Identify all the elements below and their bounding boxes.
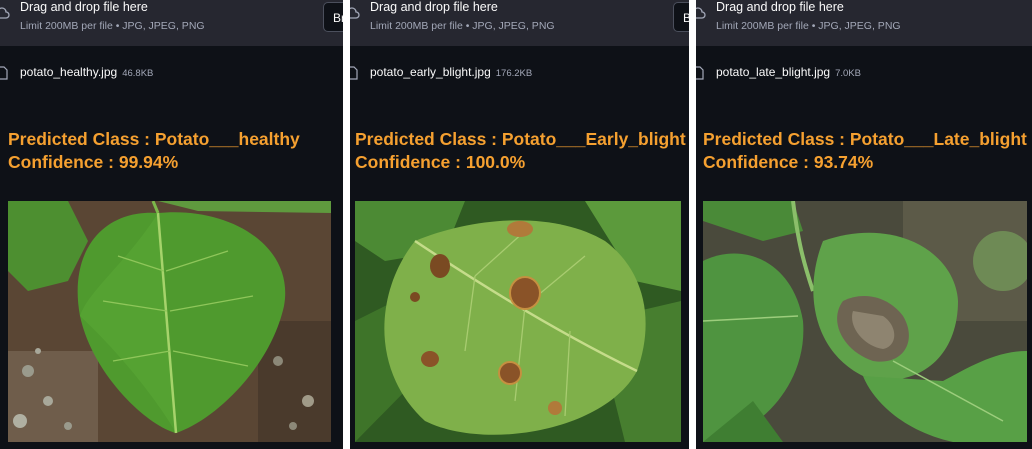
confidence: Confidence : 100.0% (355, 152, 526, 172)
dropzone-limit: Limit 200MB per file • JPG, JPEG, PNG (20, 20, 205, 32)
uploaded-file-row: potato_early_blight.jpg 176.2KB (370, 65, 532, 81)
uploaded-file-name: potato_healthy.jpg (20, 65, 118, 79)
upload-cloud-icon (696, 7, 706, 19)
uploaded-file-size: 176.2KB (495, 68, 533, 79)
confidence: Confidence : 99.94% (8, 152, 179, 172)
dropzone-title: Drag and drop file here (716, 0, 844, 14)
result-panel-early-blight: Drag and drop file here Limit 200MB per … (350, 0, 689, 449)
file-icon (696, 66, 704, 80)
leaf-image-early-blight (355, 201, 681, 442)
predicted-class: Predicted Class : Potato___healthy (8, 129, 300, 149)
uploaded-file-row: potato_late_blight.jpg 7.0KB (716, 65, 861, 81)
panel-divider (689, 0, 696, 449)
upload-cloud-icon (350, 7, 360, 19)
uploaded-file-name: potato_late_blight.jpg (716, 65, 831, 79)
browse-files-button[interactable]: Browse files (323, 2, 343, 32)
file-icon (0, 66, 8, 80)
result-panel-late-blight: Drag and drop file here Limit 200MB per … (696, 0, 1032, 449)
browse-files-button[interactable]: Browse files (673, 2, 689, 32)
file-dropzone[interactable]: Drag and drop file here Limit 200MB per … (696, 0, 1032, 46)
predicted-class: Predicted Class : Potato___Early_blight (355, 129, 686, 149)
uploaded-file-name: potato_early_blight.jpg (370, 65, 491, 79)
uploaded-file-size: 46.8KB (122, 68, 154, 79)
dropzone-title: Drag and drop file here (20, 0, 148, 14)
uploaded-file-size: 7.0KB (835, 68, 861, 79)
leaf-image-late-blight (703, 201, 1027, 442)
result-panel-healthy: Drag and drop file here Limit 200MB per … (0, 0, 343, 449)
dropzone-limit: Limit 200MB per file • JPG, JPEG, PNG (370, 20, 555, 32)
uploaded-file-row: potato_healthy.jpg 46.8KB (20, 65, 153, 81)
upload-cloud-icon (0, 7, 10, 19)
file-icon (350, 66, 358, 80)
file-dropzone[interactable]: Drag and drop file here Limit 200MB per … (0, 0, 343, 46)
dropzone-limit: Limit 200MB per file • JPG, JPEG, PNG (716, 20, 901, 32)
leaf-image-healthy (8, 201, 331, 442)
confidence: Confidence : 93.74% (703, 152, 874, 172)
predicted-class: Predicted Class : Potato___Late_blight (703, 129, 1027, 149)
dropzone-title: Drag and drop file here (370, 0, 498, 14)
panel-divider (343, 0, 350, 449)
file-dropzone[interactable]: Drag and drop file here Limit 200MB per … (350, 0, 689, 46)
